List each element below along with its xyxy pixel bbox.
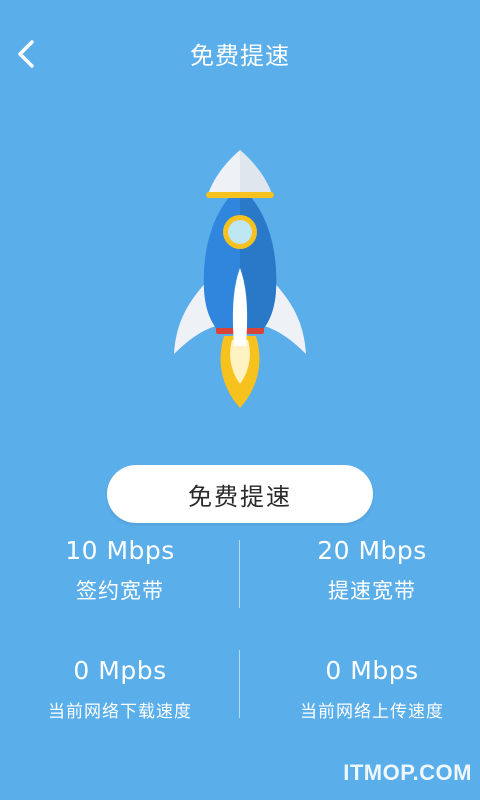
top-bar: 免费提速 bbox=[0, 0, 480, 110]
rocket-illustration bbox=[160, 140, 320, 420]
upload-speed-stat: 0 Mbps 当前网络上传速度 bbox=[252, 656, 480, 722]
boosted-bandwidth-stat: 20 Mbps 提速宽带 bbox=[252, 536, 480, 605]
upload-speed-label: 当前网络上传速度 bbox=[300, 702, 444, 722]
contract-bandwidth-stat: 10 Mbps 签约宽带 bbox=[0, 536, 240, 605]
page-title: 免费提速 bbox=[190, 42, 290, 70]
stats-divider-bottom bbox=[239, 650, 240, 718]
watermark: ITMOP.COM bbox=[343, 760, 472, 785]
download-speed-value: 0 Mpbs bbox=[73, 656, 167, 685]
boosted-bandwidth-value: 20 Mbps bbox=[317, 536, 427, 565]
contract-bandwidth-label: 签约宽带 bbox=[76, 579, 164, 603]
stats-divider-top bbox=[239, 540, 240, 608]
speed-stats: 10 Mbps 签约宽带 20 Mbps 提速宽带 0 Mpbs 当前网络下载速… bbox=[0, 530, 480, 730]
rocket-icon bbox=[174, 150, 306, 408]
free-boost-button[interactable]: 免费提速 bbox=[107, 465, 373, 523]
download-speed-label: 当前网络下载速度 bbox=[48, 702, 192, 722]
boosted-bandwidth-label: 提速宽带 bbox=[328, 579, 416, 603]
contract-bandwidth-value: 10 Mbps bbox=[65, 536, 175, 565]
download-speed-stat: 0 Mpbs 当前网络下载速度 bbox=[0, 656, 240, 722]
upload-speed-value: 0 Mbps bbox=[325, 656, 419, 685]
